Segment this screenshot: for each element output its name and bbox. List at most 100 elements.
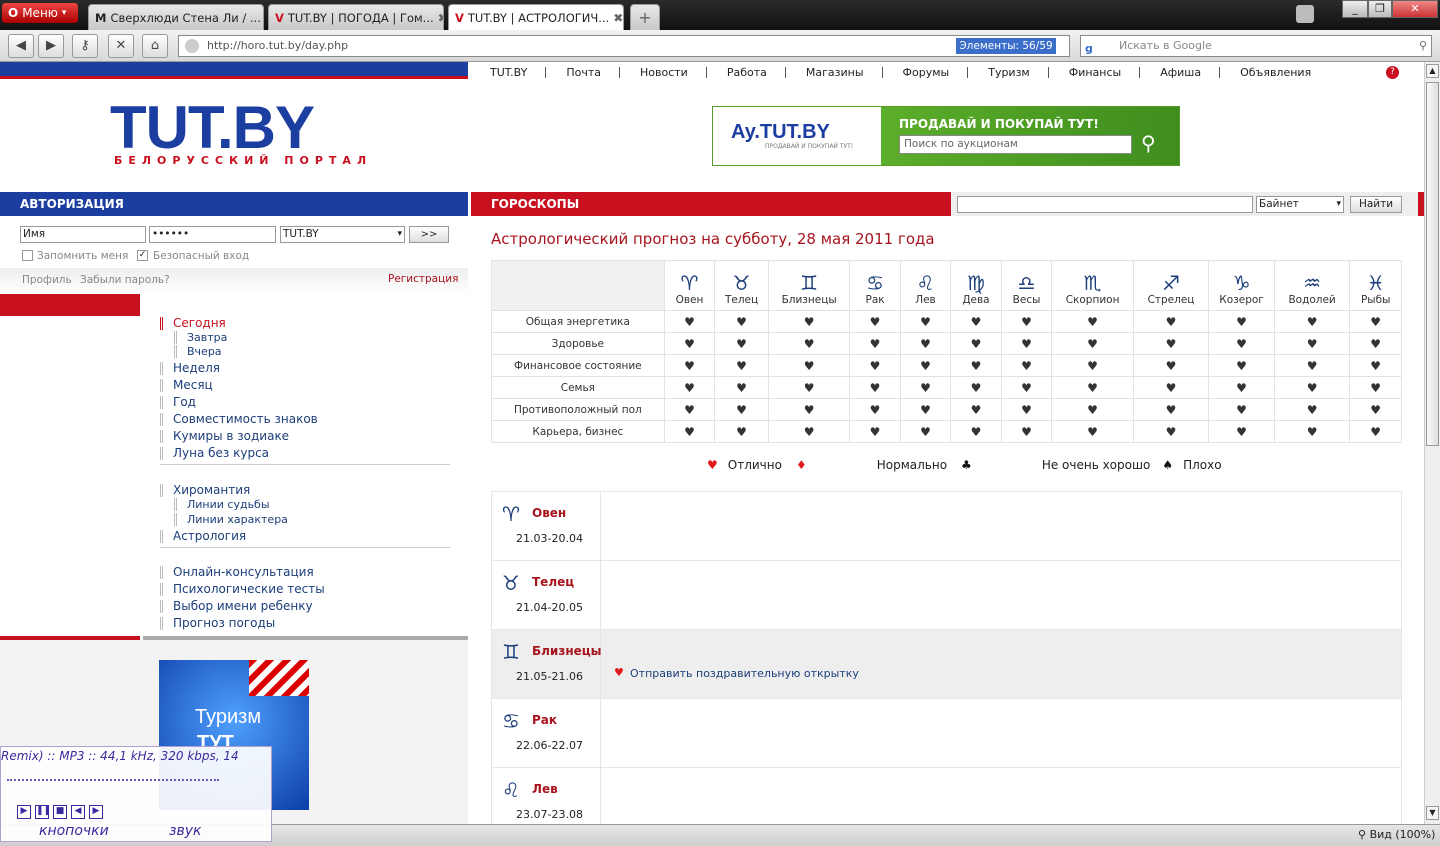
menu-item[interactable]: Год [160,396,196,409]
buttons-label: кнопочки [39,823,109,839]
stop-icon[interactable]: ✕ [108,34,134,58]
table-row: Семья ♥ ♥ ♥ ♥ ♥ ♥ ♥ ♥ ♥ ♥ ♥ ♥ [491,376,1402,399]
menu-item[interactable]: Выбор имени ребенку [160,600,313,613]
topnav-link[interactable]: Новости [620,66,707,78]
sign-header[interactable]: ♓ Рыбы [1349,260,1402,311]
menu-item[interactable]: Совместимость знаков [160,413,318,426]
menu-subitem[interactable]: Завтра [174,331,227,344]
topnav-link[interactable]: Финансы [1049,66,1141,78]
plus-icon: + [638,8,652,27]
menu-subitem[interactable]: Линии судьбы [174,498,270,511]
pause-icon[interactable]: ❚❚ [35,805,51,819]
back-arrow-icon[interactable]: ◀ [8,34,34,58]
topnav-link[interactable]: Магазины [786,66,883,78]
topnav-link[interactable]: Почта [546,66,621,78]
scroll-down-arrow-icon[interactable]: ▼ [1426,806,1439,820]
menu-item[interactable]: Неделя [160,362,220,375]
play-icon[interactable]: ▶ [17,805,31,819]
prev-icon[interactable]: ◀ [71,805,85,819]
menu-item[interactable]: Онлайн-консультация [160,566,314,579]
secure-checkbox[interactable]: ✓ [137,250,148,261]
sign-header[interactable]: ♐ Стрелец [1132,260,1210,311]
menu-item[interactable]: Прогноз погоды [160,617,275,630]
heart-icon: ♥ [1000,398,1053,421]
sign-header[interactable]: ♋ Рак [849,260,901,311]
vertical-scrollbar[interactable]: ▲ ▼ [1424,62,1440,824]
menu-subitem[interactable]: Вчера [174,345,222,358]
sign-header[interactable]: ♌ Лев [899,260,952,311]
login-button[interactable]: >> [409,226,449,243]
google-icon: g [1085,42,1093,55]
heart-icon: ♥ [714,376,769,399]
stop-icon[interactable]: ■ [53,805,67,819]
magnifier-icon[interactable]: ⚲ [1419,36,1427,56]
menu-item[interactable]: Кумиры в зодиаке [160,430,289,443]
topnav-link[interactable]: Афиша [1140,66,1221,78]
forecast-sign-name[interactable]: Лев [532,782,558,796]
scroll-thumb[interactable] [1426,82,1439,446]
tab-3-active[interactable]: V TUT.BY | АСТРОЛОГИЧ... ✖ [448,4,624,30]
tab-1[interactable]: M Сверхлюди Стена Ли / ... ✖ [88,4,264,30]
username-input[interactable]: Имя [20,226,146,243]
sign-header[interactable]: ♊ Близнецы [767,260,851,311]
menu-item[interactable]: Месяц [160,379,213,392]
forecast-sign-name[interactable]: Овен [532,506,566,520]
forecast-sign-name[interactable]: Рак [532,713,557,727]
menu-item[interactable]: Луна без курса [160,447,269,460]
opera-menu-button[interactable]: O Меню ▾ [2,3,78,23]
forecast-dates: 22.06-22.07 [516,739,583,752]
profile-link[interactable]: Профиль [22,274,72,286]
close-window-button[interactable]: ✕ [1392,0,1438,18]
opera-icon: O [8,6,19,20]
key-icon[interactable]: ⚷ [72,34,98,58]
zoom-control[interactable]: ⚲ Вид (100%) [1358,828,1435,841]
sign-header[interactable]: ♒ Водолей [1273,260,1351,311]
send-postcard-link[interactable]: Отправить поздравительную открытку [630,667,859,680]
auction-banner[interactable]: Ay.TUT.BY ПРОДАВАЙ И ПОКУПАЙ ТУТ! ПРОДАВ… [712,106,1180,166]
topnav-link[interactable]: Объявления [1220,67,1329,78]
site-logo[interactable]: TUT.BY [110,98,315,158]
sign-header[interactable]: ♉ Телец [714,260,769,311]
sign-header[interactable]: ♏ Скорпион [1051,260,1134,311]
sign-header[interactable]: ♎ Весы [1000,260,1053,311]
google-search-field[interactable]: g Искать в Google ⚲ [1080,35,1432,57]
new-tab-button[interactable]: + [630,4,660,30]
topnav-link[interactable]: Работа [707,66,786,78]
next-icon[interactable]: ▶ [89,805,103,819]
topnav-link[interactable]: Туризм [968,66,1049,78]
sign-header[interactable]: ♈ Овен [663,260,716,311]
scroll-up-arrow-icon[interactable]: ▲ [1426,64,1439,78]
forward-arrow-icon[interactable]: ▶ [38,34,64,58]
menu-subitem[interactable]: Линии характера [174,513,288,526]
sign-header[interactable]: ♑ Козерог [1208,260,1275,311]
forecast-sign-name[interactable]: Близнецы [532,644,602,658]
remember-checkbox[interactable] [22,250,33,261]
tab-favicon: M [95,10,107,25]
minimize-button[interactable]: _ [1342,0,1368,18]
auction-search-input[interactable]: Поиск по аукционам [899,135,1132,154]
register-link[interactable]: Регистрация [388,273,458,285]
sign-header[interactable]: ♍ Дева [950,260,1002,311]
forgot-password-link[interactable]: Забыли пароль? [80,274,170,286]
password-input[interactable]: •••••• [149,226,276,243]
menu-item[interactable]: Психологичеcкие тесты [160,583,325,596]
search-scope-select[interactable]: Байнет ▾ [1256,196,1344,213]
topnav-link[interactable]: Форумы [883,66,969,78]
tab-2[interactable]: V TUT.BY | ПОГОДА | Гом... ✖ [268,4,444,30]
domain-select[interactable]: TUT.BY ▾ [280,226,405,243]
address-bar[interactable]: http://horo.tut.by/day.php [178,35,1070,57]
site-search-input[interactable] [957,196,1253,213]
maximize-button[interactable]: ❐ [1368,0,1392,18]
topnav-link[interactable]: TUT.BY [468,66,547,78]
menu-item[interactable]: Сегодня [160,317,226,330]
search-icon[interactable]: ⚲ [1141,131,1156,155]
search-button[interactable]: Найти [1350,196,1402,213]
help-icon[interactable]: ? [1386,66,1399,79]
menu-item[interactable]: Хиромантия [160,484,250,497]
forecast-sign-name[interactable]: Телец [532,575,574,589]
close-icon[interactable]: ✖ [438,11,443,25]
menu-item[interactable]: Астрология [160,530,246,543]
home-icon[interactable]: ⌂ [142,34,168,58]
trash-icon[interactable] [1296,5,1314,23]
close-icon[interactable]: ✖ [613,11,623,25]
